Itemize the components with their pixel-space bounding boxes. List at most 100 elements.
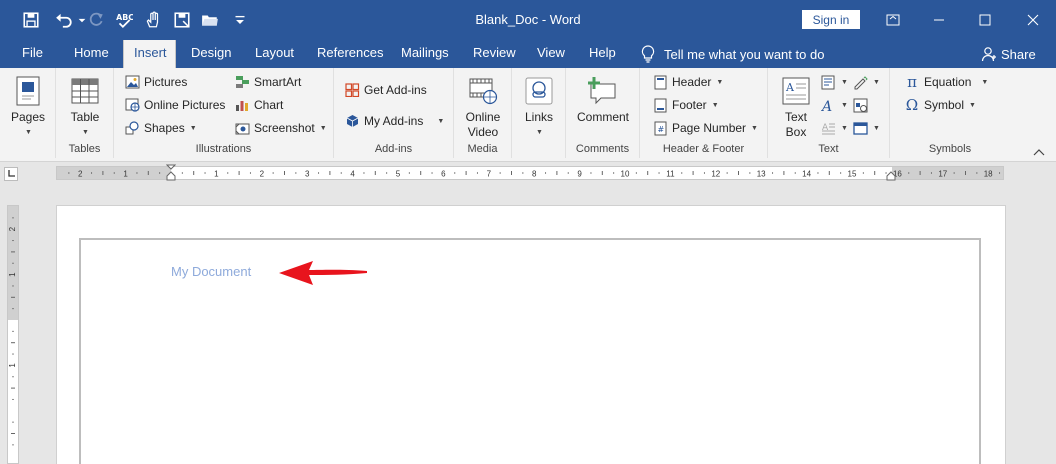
footer-label: Footer bbox=[672, 98, 707, 112]
screenshot-label: Screenshot bbox=[254, 121, 315, 135]
symbol-label: Symbol bbox=[924, 98, 965, 112]
ruler-tick-label: 13 bbox=[757, 170, 766, 179]
date-time-button[interactable] bbox=[852, 95, 868, 115]
text-box[interactable]: My Document bbox=[79, 238, 981, 464]
tell-me-label: Tell me what you want to do bbox=[664, 46, 825, 62]
first-line-indent-marker[interactable] bbox=[165, 164, 177, 185]
customize-toolbar-icon[interactable] bbox=[228, 8, 252, 32]
tab-view[interactable]: View bbox=[527, 40, 575, 68]
signature-line-button[interactable]: ▼ bbox=[852, 72, 880, 92]
spelling-icon[interactable]: ABC bbox=[112, 8, 136, 32]
equation-label: Equation bbox=[924, 75, 972, 89]
text-box-icon: A bbox=[779, 74, 813, 108]
touch-mode-icon[interactable] bbox=[141, 8, 165, 32]
comment-label: Comment bbox=[576, 110, 629, 124]
links-label: Links bbox=[524, 110, 553, 124]
redo-icon[interactable] bbox=[84, 8, 108, 32]
tab-layout[interactable]: Layout bbox=[245, 40, 304, 68]
text-box-label-line2: Box bbox=[785, 125, 807, 139]
ribbon-display-options-icon[interactable] bbox=[870, 0, 916, 40]
tab-help[interactable]: Help bbox=[579, 40, 626, 68]
open-folder-icon[interactable] bbox=[198, 8, 222, 32]
footer-icon bbox=[652, 97, 668, 113]
tab-file[interactable]: File bbox=[12, 40, 53, 68]
text-box-button[interactable]: A Text Box bbox=[776, 74, 816, 140]
drop-cap-button[interactable]: A ▼ bbox=[820, 118, 848, 138]
table-icon bbox=[68, 74, 102, 108]
comments-group-label: Comments bbox=[575, 143, 630, 155]
shapes-button[interactable]: Shapes ▼ bbox=[124, 118, 197, 138]
wordart-icon: A bbox=[820, 97, 836, 113]
tables-group-label: Tables bbox=[68, 143, 101, 155]
smartart-button[interactable]: SmartArt bbox=[234, 72, 301, 92]
ruler-tick-label: 5 bbox=[396, 170, 401, 179]
ruler-tick-label: 14 bbox=[802, 170, 811, 179]
chart-button[interactable]: Chart bbox=[234, 95, 283, 115]
object-button[interactable]: ▼ bbox=[852, 118, 880, 138]
chart-icon bbox=[234, 97, 250, 113]
quick-parts-button[interactable]: ▼ bbox=[820, 72, 848, 92]
document-page[interactable]: My Document bbox=[56, 205, 1006, 464]
document-text[interactable]: My Document bbox=[171, 264, 251, 279]
pictures-label: Pictures bbox=[144, 75, 188, 89]
text-box-label-line1: Text bbox=[784, 110, 807, 124]
wordart-button[interactable]: A ▼ bbox=[820, 95, 848, 115]
tab-insert[interactable]: Insert bbox=[123, 40, 176, 69]
my-addins-label: My Add-ins bbox=[364, 114, 424, 128]
header-button[interactable]: Header ▼ bbox=[652, 72, 723, 92]
share-button[interactable]: Share bbox=[981, 40, 1036, 68]
minimize-icon[interactable] bbox=[916, 0, 962, 40]
page-number-button[interactable]: # Page Number ▼ bbox=[652, 118, 758, 138]
screenshot-button[interactable]: Screenshot ▼ bbox=[234, 118, 327, 138]
comment-button[interactable]: Comment bbox=[574, 74, 632, 125]
get-addins-label: Get Add-ins bbox=[364, 83, 427, 97]
sign-in-button[interactable]: Sign in bbox=[802, 10, 860, 29]
get-addins-button[interactable]: Get Add-ins bbox=[344, 80, 427, 100]
tab-design[interactable]: Design bbox=[181, 40, 241, 68]
table-button[interactable]: Table ▼ bbox=[66, 74, 104, 140]
svg-text:#: # bbox=[657, 125, 664, 134]
save-icon[interactable] bbox=[19, 8, 43, 32]
pictures-button[interactable]: Pictures bbox=[124, 72, 187, 92]
tab-review[interactable]: Review bbox=[463, 40, 526, 68]
maximize-icon[interactable] bbox=[962, 0, 1008, 40]
tab-references[interactable]: References bbox=[307, 40, 393, 68]
close-icon[interactable] bbox=[1010, 0, 1056, 40]
tab-home[interactable]: Home bbox=[64, 40, 119, 68]
link-icon bbox=[522, 74, 556, 108]
header-footer-group: Header ▼ Footer ▼ # Page Number ▼ Header… bbox=[640, 68, 768, 158]
smartart-icon bbox=[234, 74, 250, 90]
equation-button[interactable]: π Equation ▼ bbox=[904, 72, 988, 92]
svg-text:ABC: ABC bbox=[116, 13, 133, 22]
ruler-tick-label: 15 bbox=[848, 170, 857, 179]
chevron-down-icon: ▼ bbox=[981, 78, 989, 86]
my-addins-button[interactable]: My Add-ins ▼ bbox=[344, 111, 444, 131]
symbol-button[interactable]: Ω Symbol ▼ bbox=[904, 95, 976, 115]
save-as-icon[interactable] bbox=[170, 8, 194, 32]
online-video-button[interactable]: Online Video bbox=[462, 74, 504, 140]
right-indent-marker[interactable] bbox=[886, 169, 896, 184]
tab-mailings[interactable]: Mailings bbox=[391, 40, 459, 68]
ruler-tick-label: 1 bbox=[214, 170, 219, 179]
pages-label: Pages bbox=[10, 110, 46, 124]
quick-parts-icon bbox=[820, 74, 836, 90]
title-bar: ABC Blank_Doc - Word Sign in bbox=[0, 0, 1056, 40]
smartart-label: SmartArt bbox=[254, 75, 302, 89]
horizontal-ruler[interactable]: 2 1 1 2 3 4 5 6 7 8 9 10 11 12 13 14 15 16 17 18 bbox=[56, 164, 1004, 181]
pages-button[interactable]: Pages ▼ bbox=[8, 74, 48, 140]
table-label: Table bbox=[70, 110, 100, 124]
tab-selector[interactable] bbox=[4, 167, 18, 181]
footer-button[interactable]: Footer ▼ bbox=[652, 95, 719, 115]
ruler-tick-label: 10 bbox=[621, 170, 630, 179]
chevron-down-icon: ▼ bbox=[711, 101, 719, 109]
links-button[interactable]: Links ▼ bbox=[520, 74, 558, 140]
page-number-label: Page Number bbox=[672, 121, 747, 135]
tell-me-search[interactable]: Tell me what you want to do bbox=[640, 40, 824, 68]
ruler-tick-label: 8 bbox=[532, 170, 537, 179]
online-pictures-button[interactable]: Online Pictures bbox=[124, 95, 225, 115]
addins-group: Get Add-ins My Add-ins ▼ Add-ins bbox=[334, 68, 454, 158]
page-number-icon: # bbox=[652, 120, 668, 136]
shapes-label: Shapes bbox=[144, 121, 185, 135]
collapse-ribbon-icon[interactable] bbox=[1032, 146, 1046, 156]
ruler-ticks: 2 1 1 2 3 4 5 6 7 8 9 10 11 12 13 14 15 16 17 18 bbox=[68, 170, 1001, 179]
